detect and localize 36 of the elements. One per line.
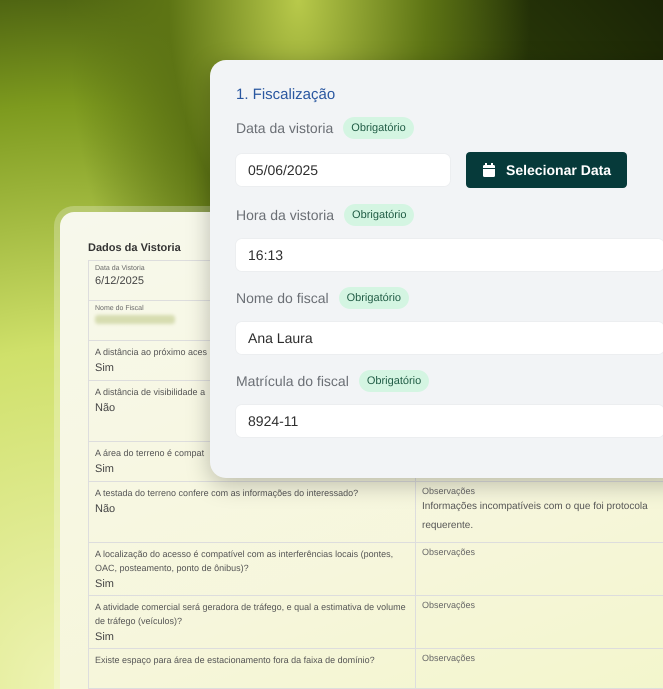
input-field[interactable]: 05/06/2025 xyxy=(236,154,450,186)
input-field[interactable]: Ana Laura xyxy=(236,322,663,354)
card-title: Dados da Vistoria xyxy=(88,242,182,254)
field-label: Nome do fiscal xyxy=(236,290,329,306)
answer-value: Não xyxy=(95,503,116,515)
notes-text: requerente. xyxy=(422,519,474,533)
notes-label: Observações xyxy=(422,547,476,557)
required-badge: Obrigatório xyxy=(344,204,414,226)
required-badge: Obrigatório xyxy=(343,117,414,139)
calendar-icon xyxy=(482,162,496,178)
field-label: Hora da vistoria xyxy=(236,207,334,223)
question-text: A área do terreno é compat xyxy=(95,447,206,460)
answer-value: Não xyxy=(95,402,116,414)
answer-value: Sim xyxy=(95,578,115,590)
field-label: Data da vistoria xyxy=(236,120,334,136)
notes-label: Observações xyxy=(422,486,476,496)
select-date-button[interactable]: Selecionar Data xyxy=(466,152,628,188)
notes-label: Observações xyxy=(422,653,476,663)
answer-value: Sim xyxy=(95,463,115,475)
question-text: A testada do terreno confere com as informações do interessado? xyxy=(95,487,360,500)
notes-text: Informações incompatíveis com o que foi protocola xyxy=(422,500,649,514)
section-title: 1. Fiscalização xyxy=(236,86,336,103)
input-field[interactable]: 16:13 xyxy=(236,239,663,271)
required-badge: Obrigatório xyxy=(358,370,430,392)
required-badge: Obrigatório xyxy=(338,287,410,309)
question-text: A distância de visibilidade a xyxy=(95,386,206,399)
input-field[interactable]: 8924-11 xyxy=(236,405,663,437)
answer-value: 6/12/2025 xyxy=(95,275,145,287)
question-text: A distância ao próximo aces xyxy=(95,346,208,359)
field-label: Matrícula do fiscal xyxy=(236,373,349,389)
answer-value: Sim xyxy=(95,631,115,643)
question-text: A atividade comercial será geradora de tráfego, e qual a estimativa de volume de tráfego (veículos)? xyxy=(95,601,407,628)
question-text: Existe espaço para área de estacionamento fora da faixa de domínio? xyxy=(95,654,376,667)
question-text: A localização do acesso é compatível com as interferências locais (pontes, OAC, posteamento, ponto de ônibus)? xyxy=(95,548,394,575)
answer-value: Sim xyxy=(95,362,115,374)
notes-label: Observações xyxy=(422,600,476,610)
